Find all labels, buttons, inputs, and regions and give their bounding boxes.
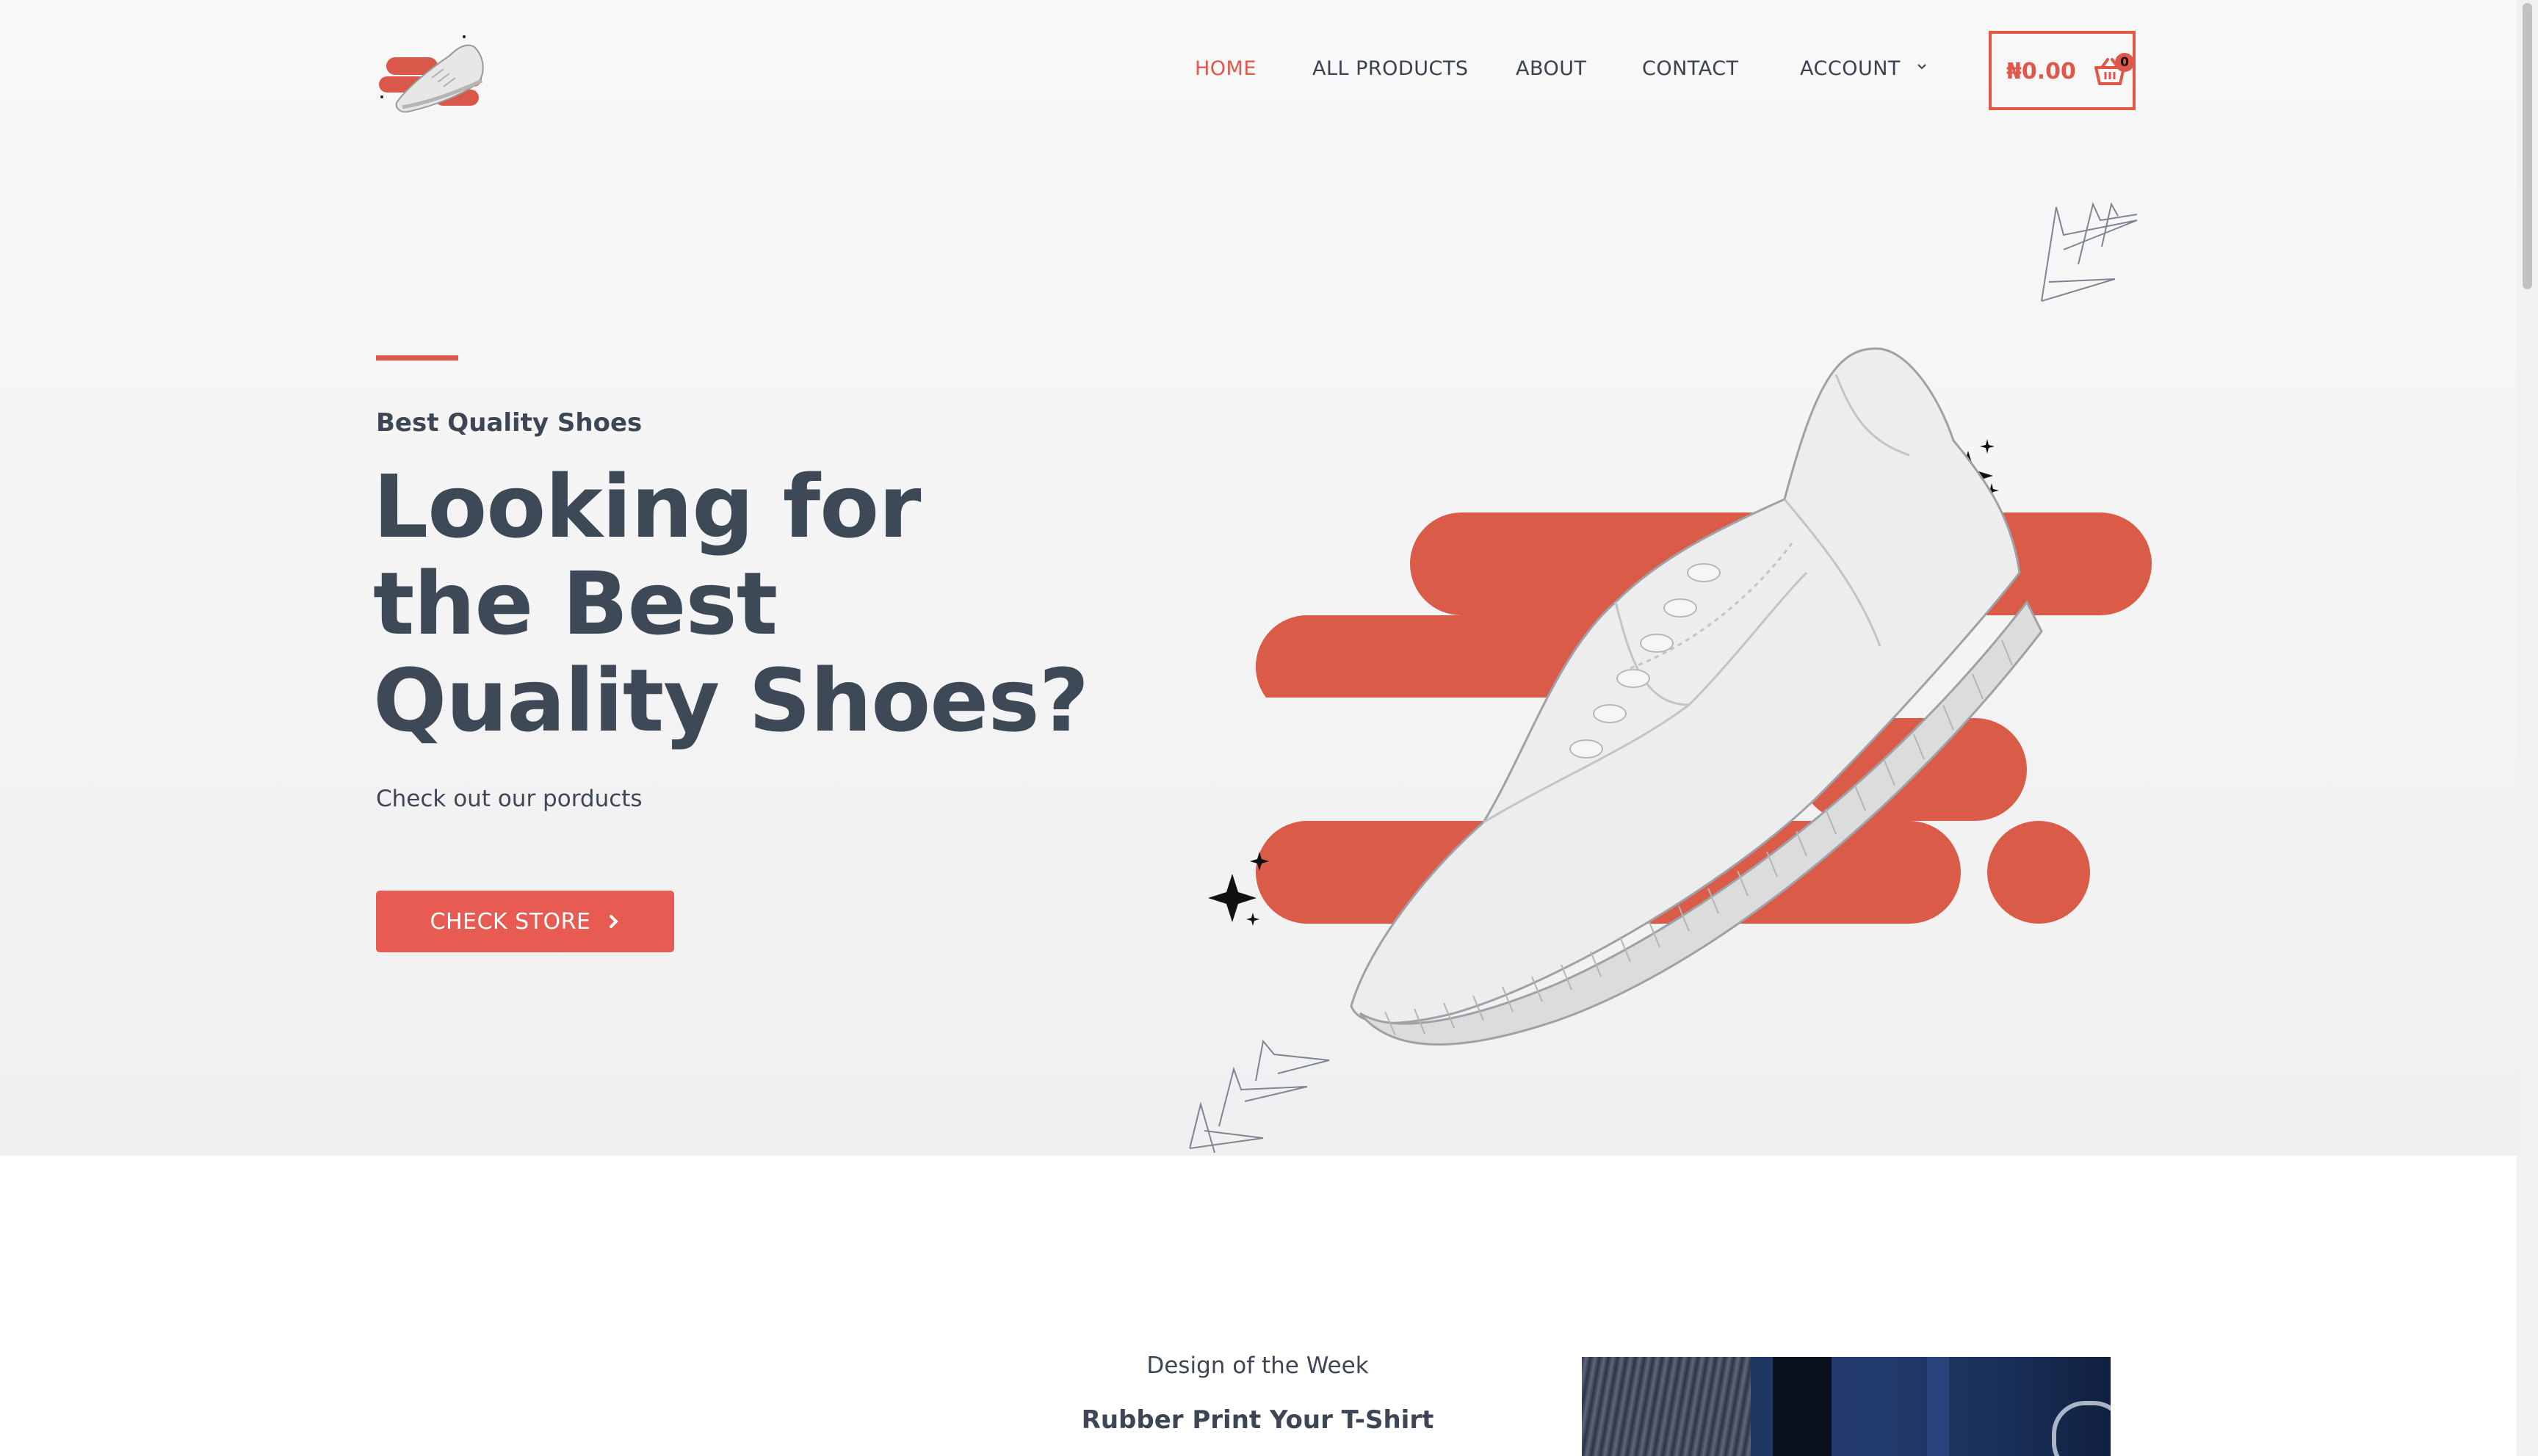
- nav-home[interactable]: HOME: [1195, 57, 1257, 80]
- check-store-label: CHECK STORE: [430, 908, 591, 935]
- nav-account[interactable]: ACCOUNT: [1800, 57, 1901, 80]
- featured-label: Design of the Week: [1146, 1352, 1369, 1379]
- nav-contact[interactable]: CONTACT: [1642, 57, 1739, 80]
- hero-headline: Looking for the Best Quality Shoes?: [373, 456, 1089, 751]
- arrows-decoration-top: [2041, 201, 2138, 302]
- nav-all-products[interactable]: ALL PRODUCTS: [1312, 57, 1468, 80]
- chevron-right-icon: [610, 915, 619, 928]
- featured-product-image[interactable]: [1582, 1357, 2111, 1456]
- hero-subtitle: Check out our porducts: [376, 786, 643, 812]
- hero-eyebrow: Best Quality Shoes: [376, 408, 643, 438]
- main-nav: HOME ALL PRODUCTS ABOUT CONTACT ACCOUNT: [1175, 57, 2517, 87]
- page-scrollbar[interactable]: [2517, 0, 2538, 1456]
- check-store-button[interactable]: CHECK STORE: [376, 891, 674, 952]
- image-detail-4: [2052, 1401, 2111, 1456]
- image-detail-3: [1927, 1357, 1949, 1456]
- featured-title: Rubber Print Your T-Shirt: [1081, 1405, 1434, 1435]
- scrollbar-thumb[interactable]: [2523, 3, 2532, 289]
- chevron-down-icon[interactable]: [1917, 62, 1927, 72]
- nav-about[interactable]: ABOUT: [1516, 57, 1587, 80]
- accent-line: [376, 355, 458, 361]
- hero-section: HOME ALL PRODUCTS ABOUT CONTACT ACCOUNT …: [0, 0, 2517, 1156]
- cart-total: ₦0.00: [2006, 59, 2076, 84]
- page: HOME ALL PRODUCTS ABOUT CONTACT ACCOUNT …: [0, 0, 2517, 1456]
- arrows-decoration-bottom: [1189, 1039, 1330, 1153]
- cart-count-badge: 0: [2115, 53, 2134, 72]
- cart-button[interactable]: ₦0.00 0: [1989, 31, 2136, 110]
- hero-shoe-illustration: [1189, 201, 2152, 1153]
- image-detail-2: [1773, 1357, 1832, 1456]
- sneaker-logo[interactable]: [376, 26, 498, 117]
- image-detail-1: [1582, 1357, 1751, 1456]
